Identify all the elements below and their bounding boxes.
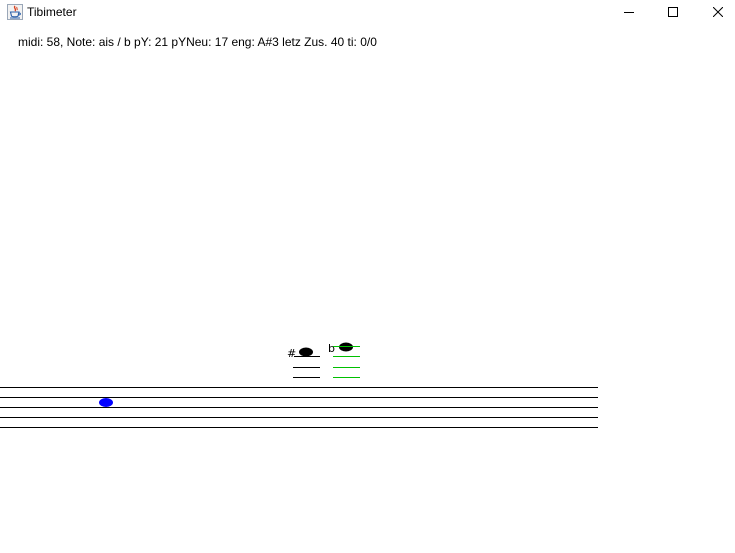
flat-note-group: b <box>328 342 360 378</box>
window-title: Tibimeter <box>27 5 77 19</box>
minimize-icon <box>624 12 634 13</box>
maximize-icon <box>668 7 678 17</box>
minimize-button[interactable] <box>606 0 652 24</box>
staff <box>0 387 598 428</box>
notation-canvas: # b <box>0 342 598 428</box>
flat-sign: b <box>328 342 335 355</box>
close-button[interactable] <box>695 0 735 24</box>
close-icon <box>713 7 723 17</box>
java-cup-icon <box>7 4 23 20</box>
current-note-head <box>99 398 113 407</box>
sharp-note-group: # <box>287 347 320 378</box>
maximize-button[interactable] <box>650 0 696 24</box>
title-bar[interactable]: Tibimeter <box>0 0 735 24</box>
sharp-note-head <box>299 347 313 357</box>
sharp-sign: # <box>287 347 296 360</box>
